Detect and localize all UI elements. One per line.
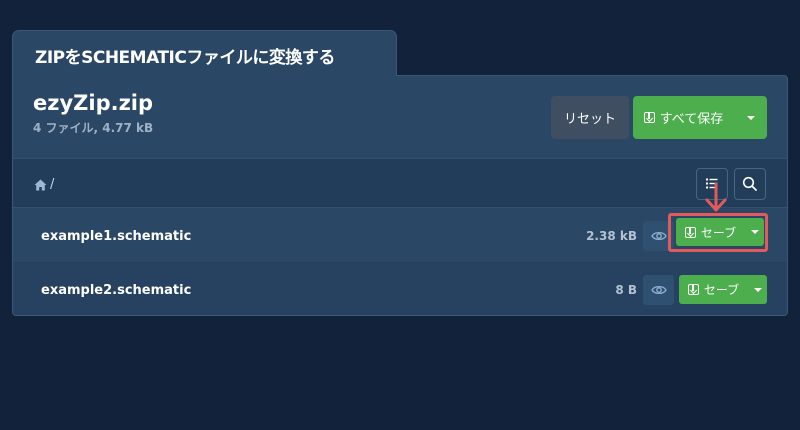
tab-join [13,74,396,77]
breadcrumb: / [34,177,54,192]
file-name: example2.schematic [41,283,192,298]
save-all-button-label: すべて保存 [659,112,724,127]
save-dropdown-button[interactable] [748,275,767,304]
file-toolbar: / [13,158,787,208]
save-button[interactable]: セーブ [679,275,748,304]
file-row: example2.schematic 8 B セーブ [13,263,787,315]
file-size: 2.38 kB [586,229,637,243]
save-button-label: セーブ [703,283,740,297]
search-button[interactable] [734,168,766,200]
save-all-dropdown-button[interactable] [734,96,767,139]
archive-name: ezyZip.zip [33,91,154,115]
page-title-tab: ZIPをSCHEMATICファイルに変換する [12,30,397,76]
file-size: 8 B [615,283,637,297]
caret-down-icon [746,115,755,120]
arrow-down-icon [705,183,727,212]
reset-button-label: リセット [563,112,616,127]
preview-button[interactable] [643,275,674,305]
save-all-button[interactable]: すべて保存 [633,96,734,139]
reset-button[interactable]: リセット [551,96,629,139]
archive-meta: 4 ファイル, 4.77 kB [33,121,154,135]
highlight-box [668,213,768,252]
download-icon [643,112,655,123]
breadcrumb-path: / [50,177,55,192]
file-panel: ezyZip.zip 4 ファイル, 4.77 kB リセット すべて保存 / [12,75,788,316]
archive-header: ezyZip.zip 4 ファイル, 4.77 kB リセット すべて保存 [13,76,787,158]
home-icon[interactable] [34,179,47,191]
search-icon [742,176,757,191]
download-icon [687,284,699,295]
file-name: example1.schematic [41,229,192,244]
caret-down-icon [753,287,762,292]
eye-icon [650,231,667,241]
eye-icon [650,285,667,295]
page-title: ZIPをSCHEMATICファイルに変換する [35,48,335,68]
